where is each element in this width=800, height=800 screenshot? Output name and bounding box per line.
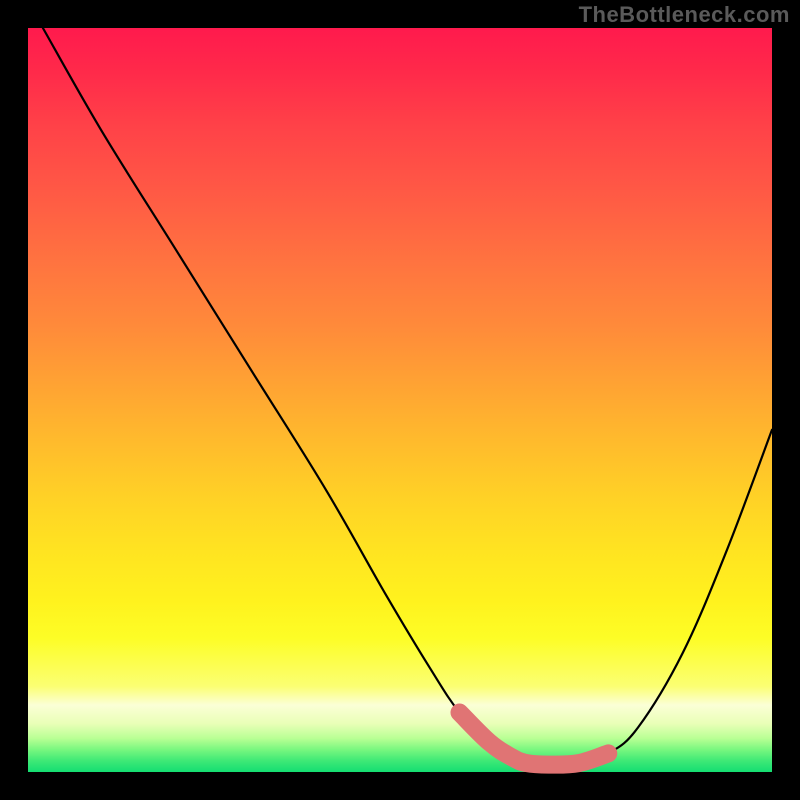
curve-highlight: [460, 713, 609, 765]
bottleneck-curve: [43, 28, 772, 765]
chart-plot-area: [28, 28, 772, 772]
watermark-text: TheBottleneck.com: [579, 2, 790, 28]
chart-svg: [28, 28, 772, 772]
